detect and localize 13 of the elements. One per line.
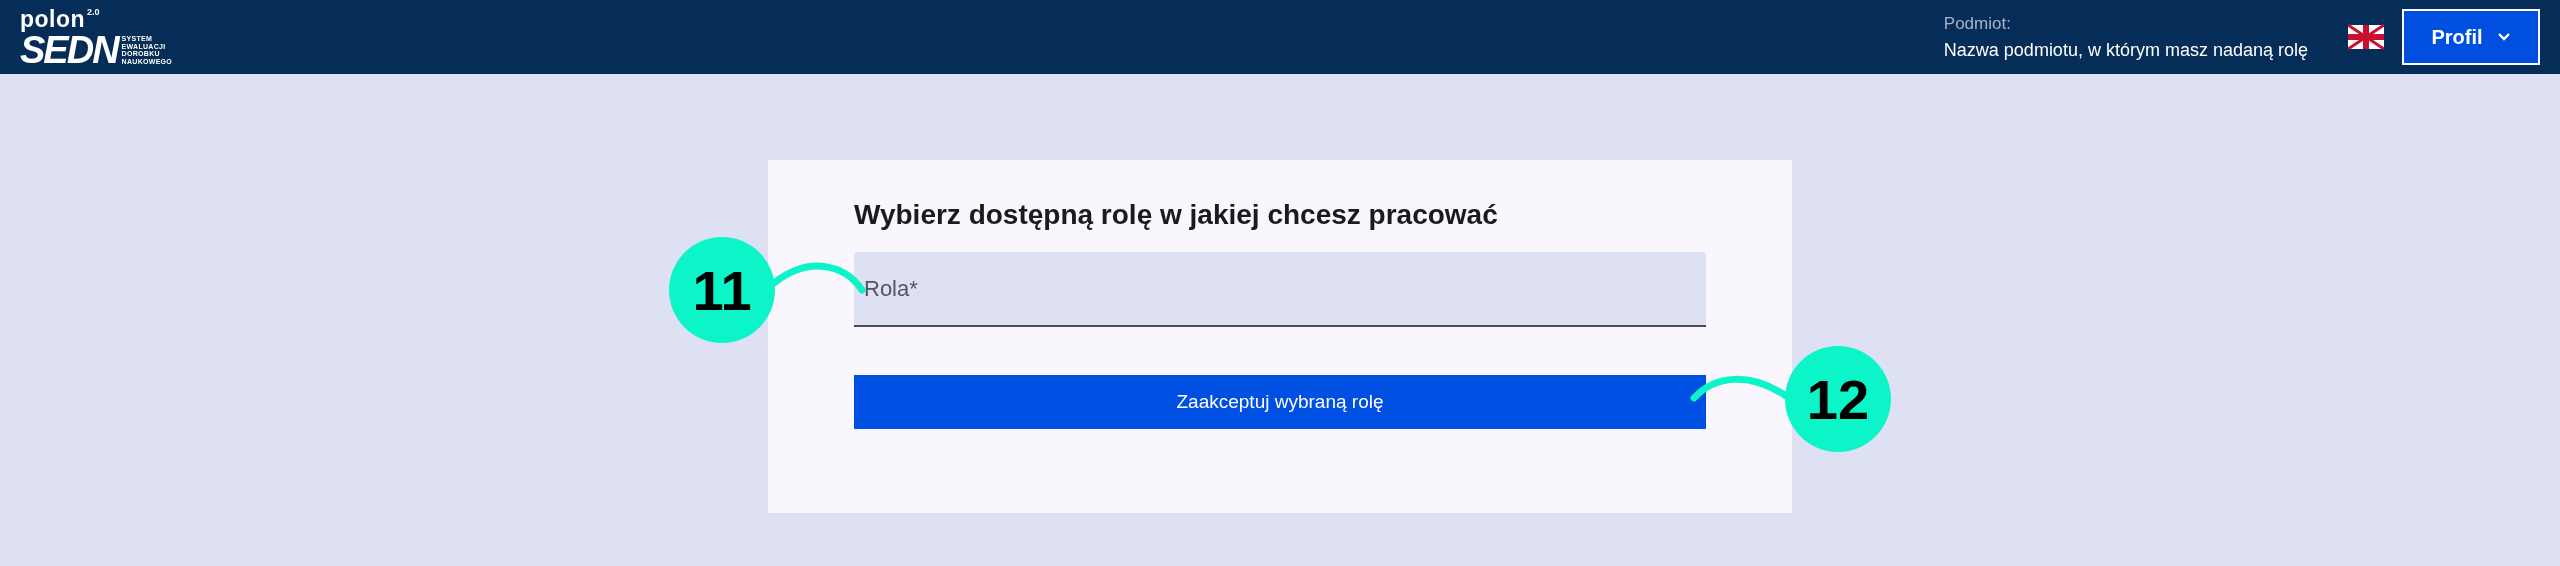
callout-badge: 12	[1785, 346, 1891, 452]
uk-flag-icon[interactable]	[2348, 24, 2384, 50]
logo-mark: SEDN	[20, 33, 118, 67]
logo-name: polon	[20, 7, 86, 31]
accept-button[interactable]: Zaakceptuj wybraną rolę	[854, 375, 1706, 429]
card-title: Wybierz dostępną rolę w jakiej chcesz pracować	[854, 198, 1499, 232]
callout-badge: 11	[669, 237, 775, 343]
role-field[interactable]: Rola*	[854, 252, 1706, 327]
logo-version: 2.0	[87, 7, 100, 17]
profile-button[interactable]: Profil	[2402, 9, 2540, 65]
chevron-down-icon	[2496, 32, 2511, 42]
entity-label: Podmiot:	[1943, 13, 2012, 34]
entity-name: Nazwa podmiotu, w którym masz nadaną rolę	[1943, 39, 2308, 61]
